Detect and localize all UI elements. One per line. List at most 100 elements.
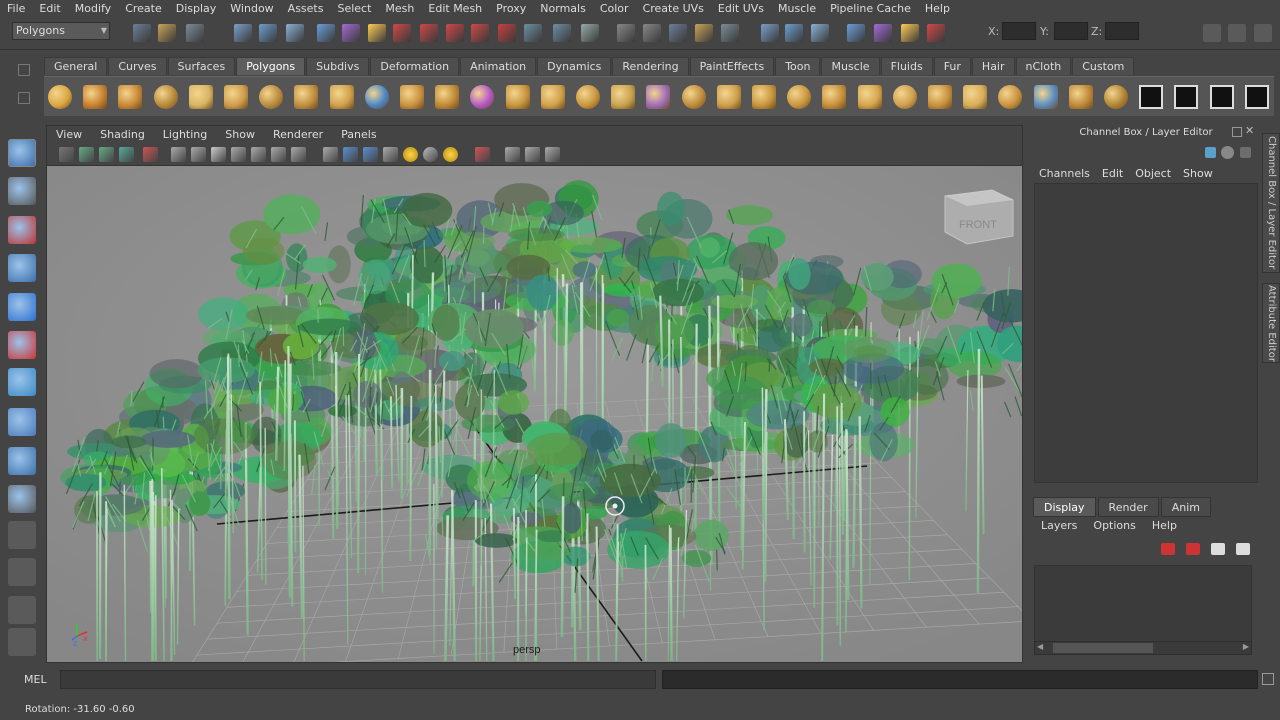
channel-menu-channels[interactable]: Channels xyxy=(1033,167,1096,183)
shelf-tab-rendering[interactable]: Rendering xyxy=(612,57,689,75)
status-tool-2-icon[interactable] xyxy=(158,24,176,42)
status-tool-24-icon[interactable] xyxy=(785,24,803,42)
status-tool-28-icon[interactable] xyxy=(901,24,919,42)
shelf-bridge-icon[interactable] xyxy=(893,85,917,109)
menu-help[interactable]: Help xyxy=(918,0,957,17)
new-layer-icon[interactable] xyxy=(1161,543,1175,555)
status-tool-21-icon[interactable] xyxy=(695,24,713,42)
menu-assets[interactable]: Assets xyxy=(281,0,331,17)
layer-list[interactable] xyxy=(1034,565,1252,643)
shelf-bevel-icon[interactable] xyxy=(928,85,952,109)
status-tool-27-icon[interactable] xyxy=(874,24,892,42)
command-language-label[interactable]: MEL xyxy=(24,673,47,686)
status-tool-7-icon[interactable] xyxy=(317,24,335,42)
side-tab-attribute-editor[interactable]: Attribute Editor xyxy=(1262,283,1280,363)
menu-create[interactable]: Create xyxy=(118,0,169,17)
viewport-tool-11-icon[interactable] xyxy=(271,147,286,162)
status-tool-23-icon[interactable] xyxy=(761,24,779,42)
viewport-panel[interactable]: View Shading Lighting Show Renderer Panels FR… xyxy=(46,125,1023,663)
layout-outliner-icon[interactable] xyxy=(8,596,36,624)
shelf-tab-custom[interactable]: Custom xyxy=(1072,57,1135,75)
viewport-menu-panels[interactable]: Panels xyxy=(332,126,385,144)
status-tool-19-icon[interactable] xyxy=(643,24,661,42)
shelf-spherical-map-icon[interactable] xyxy=(1210,85,1234,109)
layer-tab-display[interactable]: Display xyxy=(1033,497,1096,517)
viewport-tool-12-icon[interactable] xyxy=(291,147,306,162)
menu-set-dropdown[interactable]: Polygons ▼ xyxy=(12,22,110,40)
scrollbar-thumb[interactable] xyxy=(1053,643,1153,653)
viewport-scene[interactable]: FRONT x z persp xyxy=(47,166,1023,663)
shelf-prism-icon[interactable] xyxy=(294,85,318,109)
z-field[interactable] xyxy=(1105,22,1139,40)
viewport-tool-15-icon[interactable] xyxy=(363,147,378,162)
shelf-smooth-icon[interactable] xyxy=(611,85,635,109)
layer-tab-anim[interactable]: Anim xyxy=(1160,497,1211,517)
shelf-automatic-map-icon[interactable] xyxy=(1245,85,1269,109)
layer-horizontal-scrollbar[interactable]: ◀ ▶ xyxy=(1034,641,1252,655)
shelf-tab-muscle[interactable]: Muscle xyxy=(821,57,880,75)
status-tool-25-icon[interactable] xyxy=(811,24,829,42)
menu-file[interactable]: File xyxy=(0,0,32,17)
paint-select-icon[interactable] xyxy=(8,216,36,244)
shelf-cube-icon[interactable] xyxy=(83,85,107,109)
shelf-tab-surfaces[interactable]: Surfaces xyxy=(167,57,236,75)
viewport-tool-21-icon[interactable] xyxy=(505,147,520,162)
status-tool-14-icon[interactable] xyxy=(498,24,516,42)
shelf-tab-deformation[interactable]: Deformation xyxy=(370,57,460,75)
move-up-icon[interactable] xyxy=(1211,543,1225,555)
shelf-polygon-box-icon[interactable] xyxy=(470,85,494,109)
new-layer-selected-icon[interactable] xyxy=(1186,543,1200,555)
layout-four-icon[interactable] xyxy=(8,558,36,586)
status-tool-29-icon[interactable] xyxy=(927,24,945,42)
rotate-tool-icon[interactable] xyxy=(8,293,36,321)
status-tool-5-icon[interactable] xyxy=(259,24,277,42)
status-tool-4-icon[interactable] xyxy=(234,24,252,42)
shelf-cylinder-icon[interactable] xyxy=(118,85,142,109)
shelf-chamfer-icon[interactable] xyxy=(1034,85,1058,109)
status-tool-15-icon[interactable] xyxy=(524,24,542,42)
shelf-pyramid-icon[interactable] xyxy=(259,85,283,109)
viewport-tool-16-icon[interactable] xyxy=(383,147,398,162)
channel-box-area[interactable] xyxy=(1034,183,1258,483)
view-cube[interactable]: FRONT xyxy=(944,189,1014,245)
shelf-tab-subdivs[interactable]: Subdivs xyxy=(306,57,370,75)
viewport-tool-5-icon[interactable] xyxy=(143,147,158,162)
viewport-tool-6-icon[interactable] xyxy=(171,147,186,162)
menu-modify[interactable]: Modify xyxy=(68,0,118,17)
shelf-tab-fluids[interactable]: Fluids xyxy=(880,57,933,75)
status-tool-1-icon[interactable] xyxy=(133,24,151,42)
shelf-menu-icon[interactable] xyxy=(18,64,30,76)
scroll-right-icon[interactable]: ▶ xyxy=(1243,642,1249,651)
viewport-menu-show[interactable]: Show xyxy=(216,126,264,144)
menu-edit[interactable]: Edit xyxy=(32,0,67,17)
soft-mod-icon[interactable] xyxy=(8,408,36,436)
shelf-cone-icon[interactable] xyxy=(154,85,178,109)
viewport-tool-18-icon[interactable] xyxy=(423,147,438,162)
status-tool-9-icon[interactable] xyxy=(368,24,386,42)
shelf-tab-painteffects[interactable]: PaintEffects xyxy=(689,57,775,75)
x-field[interactable] xyxy=(1002,22,1036,40)
shelf-pipe-icon[interactable] xyxy=(330,85,354,109)
layout-single-icon[interactable] xyxy=(8,521,36,549)
viewport-tool-13-icon[interactable] xyxy=(323,147,338,162)
viewport-menu-view[interactable]: View xyxy=(47,126,91,144)
shelf-tab-dynamics[interactable]: Dynamics xyxy=(537,57,612,75)
shelf-combine-icon[interactable] xyxy=(506,85,530,109)
status-tool-3-icon[interactable] xyxy=(186,24,204,42)
shelf-crease-icon[interactable] xyxy=(1069,85,1093,109)
viewport-tool-17-icon[interactable] xyxy=(403,147,418,162)
channel-menu-show[interactable]: Show xyxy=(1177,167,1219,183)
channel-menu-object[interactable]: Object xyxy=(1129,167,1177,183)
status-tool-11-icon[interactable] xyxy=(420,24,438,42)
shelf-platonic-icon[interactable] xyxy=(435,85,459,109)
scale-tool-icon[interactable] xyxy=(8,331,36,359)
float-panel-icon[interactable] xyxy=(1232,127,1242,137)
viewport-tool-22-icon[interactable] xyxy=(525,147,540,162)
panel-toggle-icon[interactable] xyxy=(1203,24,1221,42)
status-tool-13-icon[interactable] xyxy=(471,24,489,42)
menu-color[interactable]: Color xyxy=(593,0,636,17)
viewport-tool-3-icon[interactable] xyxy=(99,147,114,162)
pin-icon[interactable] xyxy=(1240,147,1251,158)
shelf-tab-animation[interactable]: Animation xyxy=(460,57,537,75)
shelf-planar-map-icon[interactable] xyxy=(1139,85,1163,109)
